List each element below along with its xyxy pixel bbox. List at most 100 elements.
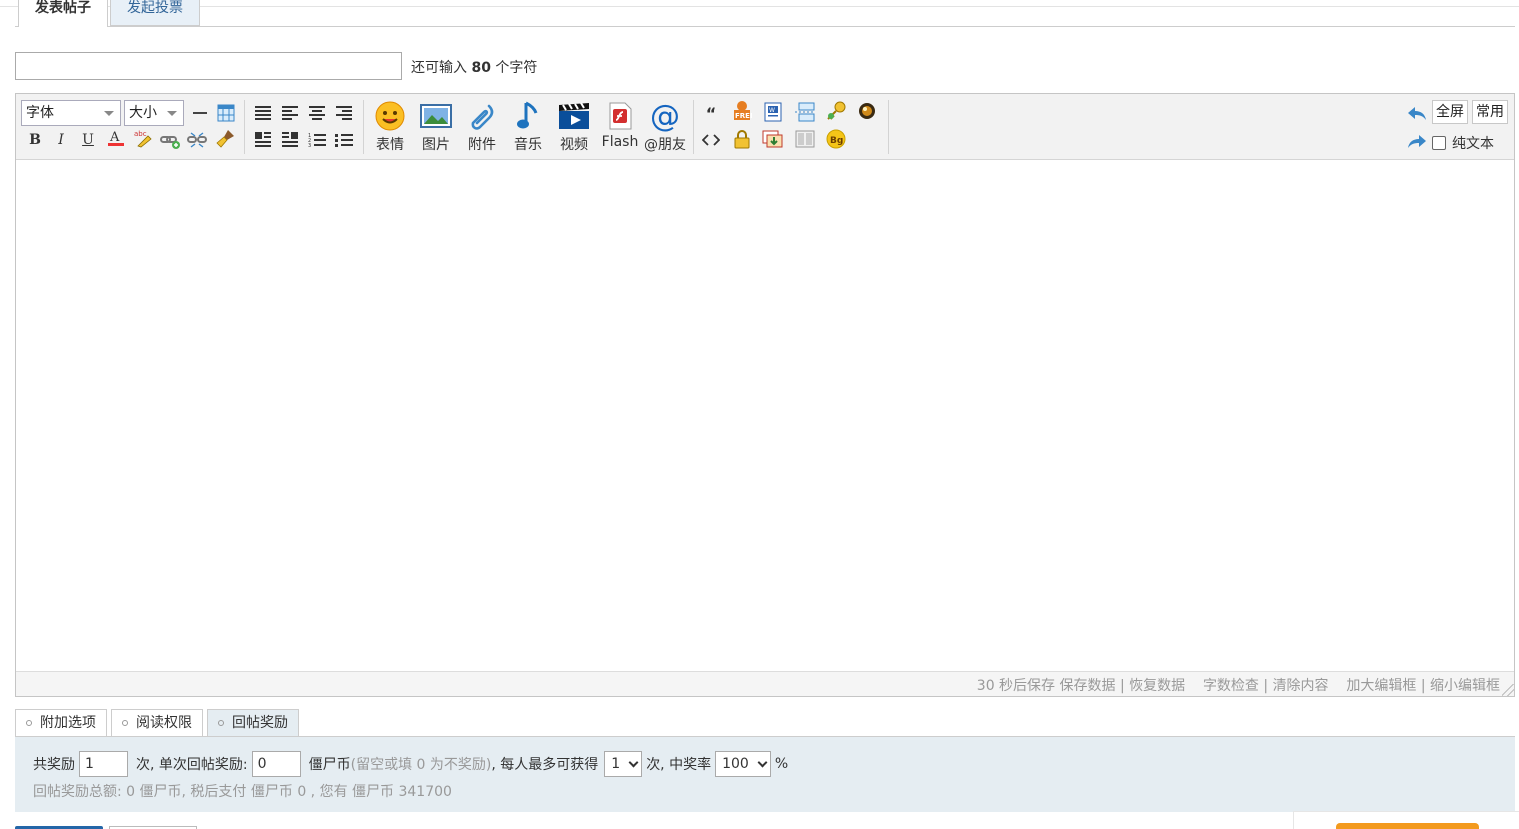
music-button[interactable]: 音乐 — [506, 100, 550, 154]
quote-icon: “ — [705, 103, 717, 123]
bottom-strip — [0, 812, 1519, 829]
plain-text-label: 纯文本 — [1452, 136, 1494, 152]
quote-button[interactable]: “ — [700, 102, 722, 124]
password-button[interactable] — [825, 100, 847, 122]
floating-action-button[interactable] — [1336, 823, 1479, 829]
spellcheck-button[interactable]: abc — [132, 127, 154, 149]
code-icon — [702, 134, 720, 146]
word-count-link[interactable]: 字数检查 — [1203, 678, 1259, 694]
bold-icon: B — [29, 132, 41, 148]
chevron-down-icon — [757, 757, 768, 767]
hint-count: 80 — [471, 60, 491, 76]
svg-text:FREE: FREE — [735, 112, 752, 120]
win-rate-value: 100 — [722, 756, 749, 772]
image-button[interactable]: 图片 — [414, 100, 458, 154]
orb-icon — [859, 103, 875, 119]
total-reward-input[interactable]: 1 — [79, 751, 128, 777]
enlarge-editor-link[interactable]: 加大编辑框 — [1346, 678, 1416, 694]
download-image-button[interactable] — [762, 128, 784, 150]
video-button[interactable]: 视频 — [552, 100, 596, 154]
table-button[interactable] — [215, 102, 237, 124]
underline-button[interactable]: U — [77, 129, 99, 151]
editor-statusbar: 30 秒后保存 保存数据 | 恢复数据 字数检查 | 清除内容 加大编辑框 | … — [16, 671, 1514, 696]
top-divider — [0, 6, 1519, 7]
clapperboard-icon — [559, 102, 589, 129]
attachment-button[interactable]: 附件 — [460, 100, 504, 154]
tabs-rule — [15, 26, 1515, 27]
clear-content-link[interactable]: 清除内容 — [1273, 678, 1329, 694]
fullscreen-button[interactable]: 全屏 — [1432, 100, 1468, 124]
align-right-icon — [336, 106, 352, 120]
background-color-button[interactable]: Bg — [825, 128, 847, 150]
win-rate-select[interactable]: 100 — [715, 751, 771, 777]
toolbar-separator — [244, 100, 245, 154]
tab-read-permission[interactable]: 阅读权限 — [111, 709, 203, 737]
float-right-icon — [282, 132, 298, 147]
free-content-button[interactable]: FREE — [731, 100, 753, 122]
save-data-link[interactable]: 保存数据 — [1060, 678, 1116, 694]
float-right-button[interactable] — [279, 129, 301, 151]
editor-toolbar: 字体 大小 B I U A abc 1 2 3 表情 图片 附件 音乐 视频 F… — [16, 94, 1514, 160]
mention-friend-button[interactable]: @ @朋友 — [643, 100, 687, 154]
hide-content-button[interactable] — [731, 128, 753, 150]
text-color-button[interactable]: A — [105, 127, 127, 149]
restore-data-link[interactable]: 恢复数据 — [1129, 678, 1185, 694]
resize-handle[interactable] — [1502, 684, 1514, 696]
chevron-down-icon — [104, 111, 114, 116]
ordered-list-icon: 123 — [308, 133, 326, 148]
unordered-list-button[interactable] — [333, 129, 355, 151]
horizontal-rule-button[interactable] — [189, 102, 211, 124]
page-break-icon — [795, 102, 815, 122]
columns-icon — [795, 130, 815, 148]
single-reward-input[interactable]: 0 — [251, 751, 301, 777]
flash-label: Flash — [601, 134, 639, 150]
emoji-button[interactable]: 表情 — [368, 100, 412, 154]
editor-content-area[interactable] — [16, 161, 1514, 670]
italic-button[interactable]: I — [50, 129, 72, 151]
percent-sign: % — [774, 756, 789, 772]
code-button[interactable] — [700, 129, 722, 151]
align-center-button[interactable] — [306, 102, 328, 124]
tab-extra-options[interactable]: 附加选项 — [15, 709, 107, 737]
flash-icon — [609, 102, 632, 130]
ordered-list-button[interactable]: 123 — [306, 129, 328, 151]
word-paste-button[interactable]: W — [762, 101, 784, 123]
table-icon — [217, 104, 235, 122]
toolbar-separator — [363, 100, 364, 154]
rate-label: 次, 中奖率 — [646, 757, 712, 773]
shrink-editor-link[interactable]: 缩小编辑框 — [1430, 678, 1500, 694]
align-right-button[interactable] — [333, 102, 355, 124]
common-mode-button[interactable]: 常用 — [1472, 100, 1508, 124]
align-left-button[interactable] — [279, 102, 301, 124]
columns-button[interactable] — [794, 128, 816, 150]
autosave-countdown: 30 秒后保存 — [976, 678, 1056, 694]
tab-new-post[interactable]: 发表帖子 — [18, 0, 108, 27]
media-player-button[interactable] — [856, 100, 878, 122]
align-justify-button[interactable] — [252, 102, 274, 124]
subject-input[interactable] — [15, 52, 402, 80]
bold-button[interactable]: B — [24, 129, 46, 151]
per-person-value: 1 — [611, 756, 621, 772]
tab-reply-reward[interactable]: 回帖奖励 — [207, 709, 299, 737]
per-person-select[interactable]: 1 — [604, 751, 643, 777]
toolbar-separator — [693, 100, 694, 154]
flash-button[interactable]: Flash — [598, 100, 642, 154]
font-size-select[interactable]: 大小 — [124, 100, 184, 126]
link-button[interactable] — [159, 129, 181, 151]
plain-text-checkbox[interactable] — [1432, 136, 1446, 150]
tab-new-poll[interactable]: 发起投票 — [110, 0, 200, 26]
bullet-icon — [26, 720, 32, 726]
redo-button[interactable] — [1406, 130, 1428, 152]
page-break-button[interactable] — [794, 101, 816, 123]
unlink-button[interactable] — [186, 129, 208, 151]
clear-format-button[interactable] — [215, 127, 237, 149]
font-family-select[interactable]: 字体 — [21, 100, 121, 126]
rich-text-editor: 字体 大小 B I U A abc 1 2 3 表情 图片 附件 音乐 视频 F… — [15, 93, 1515, 697]
word-doc-icon: W — [764, 102, 782, 122]
toolbar-separator — [888, 100, 889, 154]
undo-button[interactable] — [1406, 102, 1428, 124]
status-separator: | — [1420, 678, 1426, 694]
image-icon — [420, 104, 452, 128]
chevron-down-icon — [628, 757, 639, 767]
float-left-button[interactable] — [252, 129, 274, 151]
